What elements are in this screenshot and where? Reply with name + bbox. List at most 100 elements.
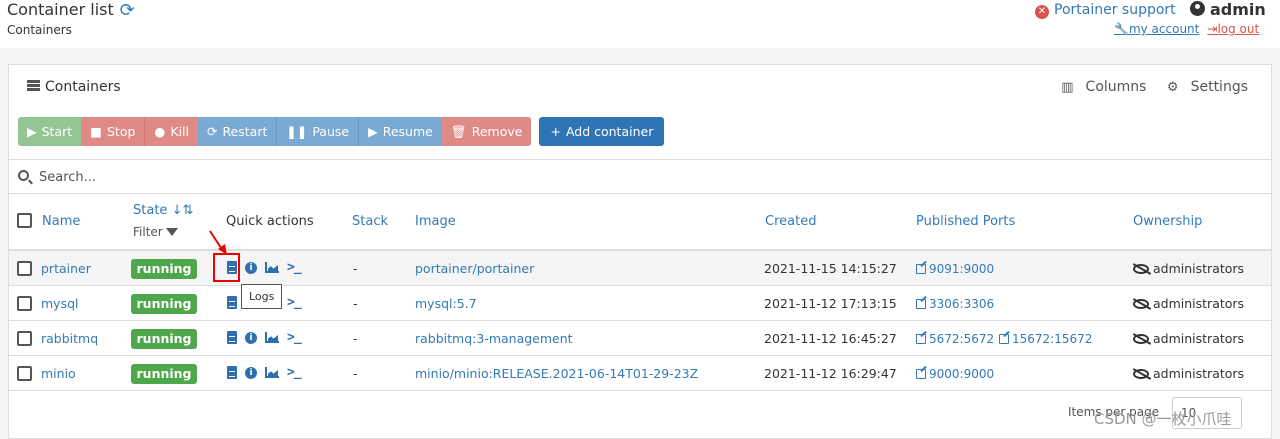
start-label: Start [41, 124, 73, 139]
logs-highlight-box [213, 253, 240, 282]
account-links: 🔧my account ⇥log out [1114, 22, 1259, 36]
created-cell: 2021-11-15 14:15:27 [764, 261, 897, 276]
info-icon[interactable]: i [245, 366, 257, 379]
settings-label: Settings [1190, 79, 1248, 95]
column-state[interactable]: State ↓⇅ [133, 203, 193, 218]
quick-actions: i >_ [227, 330, 302, 345]
info-icon[interactable]: i [245, 331, 257, 344]
published-port-link[interactable]: 9000:9000 [916, 366, 994, 381]
column-created[interactable]: Created [765, 214, 816, 229]
row-checkbox[interactable] [17, 331, 32, 346]
start-button[interactable]: ▶ Start [18, 117, 82, 146]
gear-icon: ⚙ [1166, 80, 1179, 95]
external-link-icon [916, 299, 926, 309]
state-filter[interactable]: Filter [133, 225, 178, 239]
container-name-link[interactable]: mysql [41, 296, 79, 311]
console-icon[interactable]: >_ [287, 365, 302, 380]
published-port-link[interactable]: 5672:5672 [916, 331, 994, 346]
support-label: Portainer support [1054, 2, 1176, 18]
resume-label: Resume [382, 124, 433, 139]
stats-icon[interactable] [265, 262, 279, 273]
ownership-cell: administrators [1133, 296, 1244, 311]
image-link[interactable]: minio/minio:RELEASE.2021-06-14T01-29-23Z [415, 366, 698, 381]
panel-title: Containers [27, 79, 121, 95]
published-port-link[interactable]: 3306:3306 [916, 296, 994, 311]
column-published-ports[interactable]: Published Ports [916, 214, 1015, 229]
containers-panel: Containers ▥ Columns ⚙ Settings ▶ Start ■ St… [8, 64, 1272, 439]
eye-slash-icon [1133, 369, 1149, 379]
status-badge: running [131, 259, 197, 279]
watermark: CSDN @一枚小爪哇 [1094, 410, 1232, 428]
stats-icon[interactable] [265, 332, 279, 343]
page-title: Container list ⟳ [7, 0, 135, 21]
console-icon[interactable]: >_ [287, 295, 302, 310]
portainer-support-link[interactable]: ✕ Portainer support [1035, 2, 1176, 19]
columns-icon: ▥ [1061, 80, 1074, 95]
created-cell: 2021-11-12 17:13:15 [764, 296, 897, 311]
columns-label: Columns [1085, 79, 1147, 95]
logout-link[interactable]: ⇥log out [1207, 22, 1259, 36]
resume-button[interactable]: ▶ Resume [358, 117, 442, 146]
stats-icon[interactable] [265, 367, 279, 378]
stop-button[interactable]: ■ Stop [81, 117, 145, 146]
row-checkbox[interactable] [17, 296, 32, 311]
user-icon [1190, 1, 1205, 16]
published-port-link[interactable]: 9091:9000 [916, 261, 994, 276]
column-ownership[interactable]: Ownership [1133, 214, 1202, 229]
restart-label: Restart [222, 124, 268, 139]
column-quick-actions: Quick actions [226, 214, 314, 229]
restart-button[interactable]: ⟳ Restart [197, 117, 277, 146]
pause-label: Pause [312, 124, 350, 139]
user-menu: admin [1190, 0, 1266, 19]
column-stack[interactable]: Stack [352, 214, 388, 229]
add-container-button[interactable]: + Add container [539, 117, 665, 146]
play-icon: ▶ [27, 124, 37, 139]
status-badge: running [131, 294, 197, 314]
refresh-icon[interactable]: ⟳ [120, 0, 135, 21]
image-link[interactable]: rabbitmq:3-management [415, 331, 573, 346]
logs-icon[interactable] [227, 366, 237, 379]
settings-button[interactable]: ⚙ Settings [1159, 79, 1248, 95]
image-link[interactable]: portainer/portainer [415, 261, 534, 276]
image-link[interactable]: mysql:5.7 [415, 296, 477, 311]
logs-icon[interactable] [227, 296, 237, 309]
remove-button[interactable]: 🗑 Remove [441, 117, 532, 146]
container-name-link[interactable]: prtainer [41, 261, 91, 276]
sort-icon: ↓⇅ [171, 203, 194, 218]
stack-cell: - [353, 261, 358, 276]
console-icon[interactable]: >_ [287, 330, 302, 345]
search-icon [18, 170, 29, 181]
columns-button[interactable]: ▥ Columns [1053, 79, 1146, 95]
bomb-icon: ● [154, 124, 166, 139]
stop-icon: ■ [90, 124, 102, 139]
published-port-link[interactable]: 15672:15672 [999, 331, 1092, 346]
kill-button[interactable]: ● Kill [144, 117, 198, 146]
console-icon[interactable]: >_ [287, 260, 302, 275]
table-header: Name State ↓⇅ Filter Quick actions Stack… [9, 194, 1271, 251]
pause-button[interactable]: ❚❚ Pause [276, 117, 359, 146]
add-container-label: Add container [565, 124, 654, 139]
my-account-link[interactable]: 🔧my account [1114, 22, 1199, 36]
panel-tools: ▥ Columns ⚙ Settings [1045, 79, 1248, 95]
ownership-label: administrators [1153, 331, 1245, 346]
filter-icon [165, 228, 178, 236]
eye-slash-icon [1133, 264, 1149, 274]
stack-cell: - [353, 296, 358, 311]
row-checkbox[interactable] [17, 261, 32, 276]
info-icon[interactable]: i [245, 261, 257, 274]
select-all-checkbox[interactable] [17, 213, 32, 228]
column-image[interactable]: Image [415, 214, 456, 229]
logs-icon[interactable] [227, 331, 237, 344]
eye-slash-icon [1133, 334, 1149, 344]
page-title-text: Container list [7, 0, 114, 19]
container-name-link[interactable]: rabbitmq [41, 331, 98, 346]
panel-header: Containers ▥ Columns ⚙ Settings [9, 65, 1271, 109]
row-checkbox[interactable] [17, 366, 32, 381]
search-input[interactable] [39, 167, 439, 187]
table-row: mysql running i >_ - mysql:5.7 2021-11-1… [9, 286, 1271, 321]
external-link-icon [916, 334, 926, 344]
column-name[interactable]: Name [42, 214, 80, 229]
play-icon: ▶ [368, 124, 378, 139]
status-badge: running [131, 329, 197, 349]
container-name-link[interactable]: minio [41, 366, 76, 381]
